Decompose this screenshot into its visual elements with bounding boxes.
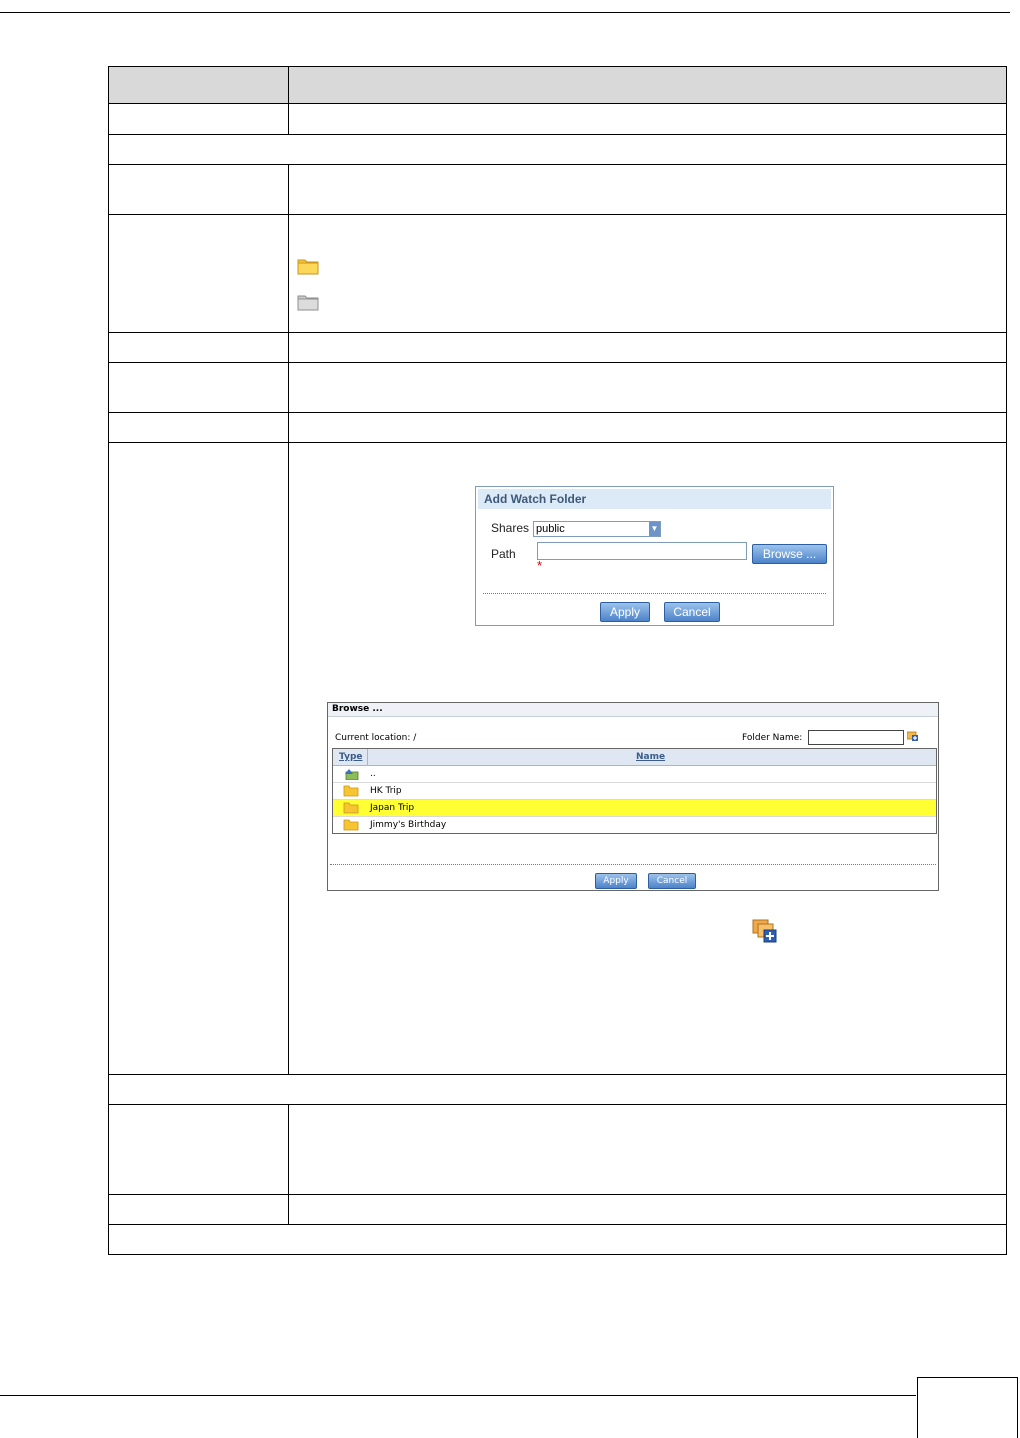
chevron-down-icon[interactable]: ▼ (649, 522, 660, 536)
dotted-divider (330, 864, 936, 865)
table-row (108, 412, 1007, 443)
table-row (108, 362, 1007, 413)
folder-legend-line (297, 253, 998, 279)
section-row (108, 1074, 1007, 1105)
apply-button[interactable]: Apply (600, 602, 650, 622)
browse-apply-button[interactable]: Apply (595, 873, 637, 889)
table-row: Add Watch Folder Shares public ▼ Path * … (108, 442, 1007, 1075)
list-item[interactable]: Jimmy's Birthday (333, 817, 936, 833)
table-row (108, 1194, 1007, 1225)
footer-rule (0, 1395, 916, 1396)
header-cell-description (288, 66, 1007, 104)
folder-icon (343, 785, 359, 797)
column-name[interactable]: Name (636, 752, 665, 762)
folder-icon (343, 802, 359, 814)
folder-icon (343, 819, 359, 831)
shares-label: Shares (491, 521, 530, 535)
section-row (108, 134, 1007, 165)
table-row (108, 214, 1007, 333)
table-row (108, 164, 1007, 215)
browse-button[interactable]: Browse ... (752, 544, 827, 564)
shares-value: public (536, 523, 565, 535)
create-folder-icon (752, 919, 777, 943)
column-type[interactable]: Type (339, 752, 362, 762)
locked-folder-icon (297, 295, 319, 311)
shares-select[interactable]: public ▼ (533, 521, 661, 537)
folder-list-header: Type Name (333, 749, 936, 766)
table-header-row (108, 66, 1007, 104)
current-location: Current location: / (335, 733, 417, 743)
dialog-title: Add Watch Folder (478, 489, 831, 509)
folder-name: Japan Trip (370, 803, 415, 813)
path-input[interactable] (537, 542, 747, 560)
folder-icon (297, 259, 319, 275)
browse-cancel-button[interactable]: Cancel (648, 873, 696, 889)
screenshot-cell: Add Watch Folder Shares public ▼ Path * … (288, 442, 1007, 1075)
description-table: Add Watch Folder Shares public ▼ Path * … (108, 66, 1007, 1255)
list-item[interactable]: HK Trip (333, 783, 936, 800)
dotted-divider (483, 593, 826, 594)
folder-legend-cell (288, 214, 1007, 333)
folder-name-input[interactable] (808, 730, 904, 745)
path-label: Path (491, 547, 516, 561)
cancel-button[interactable]: Cancel (664, 602, 720, 622)
section-row (108, 1224, 1007, 1255)
list-item-selected[interactable]: Japan Trip (333, 800, 936, 817)
table-row (108, 332, 1007, 363)
folder-name: HK Trip (370, 786, 402, 796)
page-number-box (917, 1377, 1018, 1438)
list-item[interactable]: .. (333, 766, 936, 783)
folder-list: Type Name .. HK Trip Japan Trip Jimmy's … (332, 748, 937, 834)
header-rule (0, 12, 1010, 13)
table-row (108, 103, 1007, 135)
browse-title: Browse ... (328, 703, 938, 717)
folder-name: .. (370, 769, 376, 779)
add-watch-folder-dialog: Add Watch Folder Shares public ▼ Path * … (475, 486, 834, 626)
folder-name-label: Folder Name: (742, 733, 803, 743)
required-mark: * (537, 558, 543, 573)
table-row (108, 1104, 1007, 1195)
folder-name: Jimmy's Birthday (370, 820, 447, 830)
browse-dialog: Browse ... Current location: / Folder Na… (327, 702, 939, 891)
header-cell-label (108, 66, 289, 104)
parent-folder-icon (345, 769, 359, 780)
add-folder-icon[interactable] (907, 730, 919, 742)
folder-legend-line (297, 289, 998, 315)
